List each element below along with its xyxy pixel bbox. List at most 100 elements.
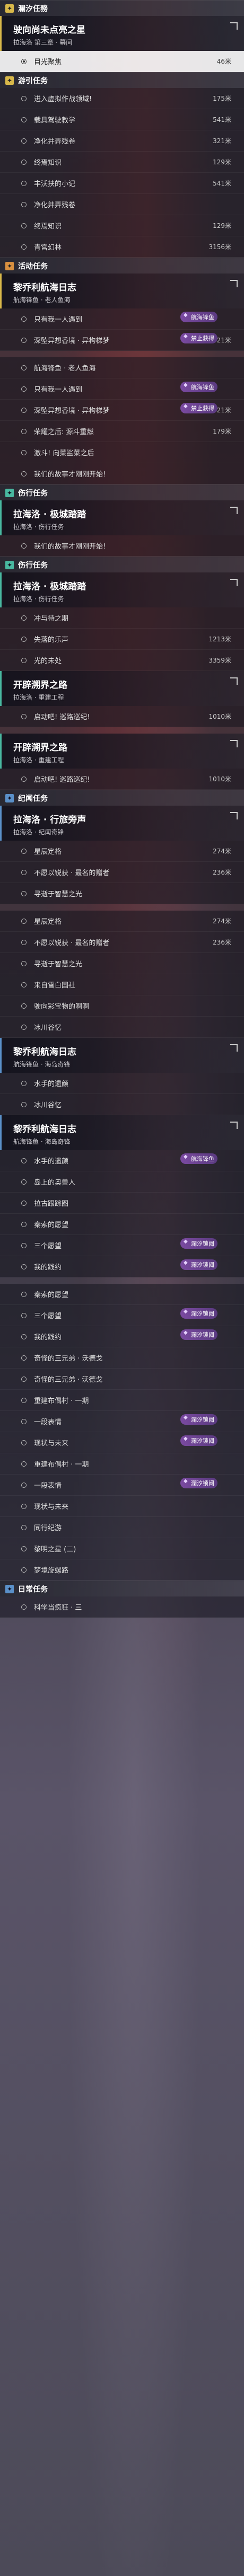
quest-card[interactable]: 黎乔利航海日志 航海锋鱼 · 老人鱼海 [0,274,244,308]
section-header[interactable]: ✦ 纪闻任务 [0,790,244,806]
quest-list[interactable]: ✦ 瀾汐任務 驶向尚未点亮之星 拉海洛 第三章 · 幕间 目光聚焦 46米 ✦ 游引任务 进入虚… [0,0,244,1618]
pin-icon: ✦ [5,560,14,569]
quest-step-item[interactable]: 载具驾驶教学 541米 [0,109,244,130]
quest-subtitle: 航海锋鱼 · 老人鱼海 [13,296,71,304]
section-header[interactable]: ✦ 活动任务 [0,258,244,274]
quest-step-item[interactable]: 三个愿望瀾汐锁阈 [0,1305,244,1326]
quest-step-item[interactable]: 深坠异想香境 · 异构梯梦321米禁止获得 [0,330,244,351]
section-header[interactable]: ✦ 游引任务 [0,72,244,88]
quest-step-item[interactable]: 丰沃扶的小记 541米 [0,173,244,194]
quest-step-item[interactable]: 只有我一人遇到航海锋鱼 [0,308,244,330]
quest-step-item[interactable]: 秦索的愿望 [0,1284,244,1305]
quest-card[interactable]: 开辟溯界之路 拉海洛 · 重建工程 [0,671,244,706]
quest-step-item[interactable]: 水手的遗颜航海锋鱼 [0,1150,244,1171]
quest-step-item[interactable]: 青宫幻林 3156米 [0,236,244,258]
step-label: 星辰定格 [34,918,62,926]
step-distance: 1213米 [208,636,231,643]
quest-step-item[interactable]: 梦境旋螺路 [0,1559,244,1581]
quest-step-item[interactable]: 冰川谷忆 [0,1017,244,1038]
quest-step-item[interactable]: 重建布偶村 · 一期 [0,1453,244,1475]
quest-subtitle: 拉海洛 · 重建工程 [13,694,64,701]
quest-step-item[interactable]: 寻逝于智慧之光 [0,883,244,904]
quest-step-item[interactable]: 深坠异想香境 · 异构梯梦321米禁止获得 [0,400,244,421]
quest-subtitle: 拉海洛 · 伤行任务 [13,595,64,603]
quest-step-item[interactable]: 奇怪的三兄弟 · 沃德戈 [0,1347,244,1369]
step-label: 奇怪的三兄弟 · 沃德戈 [34,1355,103,1363]
quest-card[interactable]: 黎乔利航海日志 航海锋鱼 · 海岛奇锋 [0,1115,244,1150]
quest-step-item[interactable]: 星辰定格 274米 [0,841,244,862]
quest-step-item[interactable]: 启动吧! 巡路巡纪! 1010米 [0,769,244,790]
quest-step-item[interactable]: 寻逝于智慧之光 [0,953,244,974]
quest-step-item[interactable]: 科学当疯狂 · 三 [0,1596,244,1618]
quest-step-item[interactable]: 一段表情瀾汐锁阈 [0,1411,244,1432]
quest-step-item[interactable]: 驶向彩宝物的啊啊 [0,995,244,1017]
collapse-corner-icon[interactable] [230,507,238,514]
quest-step-item[interactable]: 冲与待之期 [0,607,244,629]
quest-step-item[interactable]: 我的践约瀾汐锁阈 [0,1326,244,1347]
quest-card[interactable]: 拉海洛 · 极城踏踏 拉海洛 · 伤行任务 [0,572,244,607]
quest-card[interactable]: 黎乔利航海日志 航海锋鱼 · 海岛奇锋 [0,1038,244,1073]
section-header[interactable]: ✦ 日常任务 [0,1581,244,1596]
quest-step-item[interactable]: 光的未处 3359米 [0,650,244,671]
quest-step-item[interactable]: 终焉知识 129米 [0,152,244,173]
status-badge: 瀾汐锁阈 [180,1414,217,1425]
quest-step-item[interactable]: 水手的遗颜 [0,1073,244,1094]
quest-step-item[interactable]: 来自雪白国社 [0,974,244,995]
quest-step-item[interactable]: 冰川谷忆 [0,1094,244,1115]
quest-step-item[interactable]: 奇怪的三兄弟 · 沃德戈 [0,1369,244,1390]
radio-circle-icon [21,543,27,549]
quest-step-item[interactable]: 我的践约瀾汐锁阈 [0,1256,244,1277]
quest-step-item[interactable]: 现状与未来 [0,1496,244,1517]
quest-card[interactable]: 拉海洛 · 行旅旁声 拉海洛 · 纪闻奇锋 [0,806,244,841]
radio-circle-icon [21,159,27,165]
collapse-corner-icon[interactable] [230,22,238,30]
quest-card[interactable]: 驶向尚未点亮之星 拉海洛 第三章 · 幕间 [0,16,244,51]
section-header[interactable]: ✦ 伤行任务 [0,557,244,572]
collapse-corner-icon[interactable] [230,1044,238,1052]
section-header[interactable]: ✦ 瀾汐任務 [0,0,244,16]
quest-step-item[interactable]: 启动吧! 巡路巡纪! 1010米 [0,706,244,727]
quest-step-item[interactable]: 终焉知识 129米 [0,215,244,236]
quest-step-item[interactable]: 现状与未来瀾汐锁阈 [0,1432,244,1453]
quest-step-item[interactable]: 激斗! 向菜鲨菜之后 [0,442,244,463]
collapse-corner-icon[interactable] [230,677,238,685]
quest-step-item[interactable]: 一段表情瀾汐锁阈 [0,1475,244,1496]
quest-step-item[interactable]: 进入虚拟作战领域! 175米 [0,88,244,109]
radio-circle-icon [21,1376,27,1382]
radio-circle-icon [21,316,27,322]
collapse-corner-icon[interactable] [230,1122,238,1129]
section-header[interactable]: ✦ 伤行任务 [0,484,244,500]
radio-circle-icon [21,776,27,782]
collapse-corner-icon[interactable] [230,280,238,287]
quest-step-item[interactable]: 只有我一人遇到航海锋鱼 [0,378,244,400]
step-label: 净化并弄残卷 [34,201,76,209]
quest-step-item[interactable]: 岛上的奥兽人 [0,1171,244,1193]
map-icon: ✦ [5,76,14,85]
quest-step-item[interactable]: 失落的乐声 1213米 [0,629,244,650]
quest-step-item[interactable]: 不愿以锐获 · 最名的赠者 236米 [0,932,244,953]
quest-step-item[interactable]: 荣耀之后: 源斗重燃 179米 [0,421,244,442]
quest-step-item[interactable]: 星辰定格 274米 [0,911,244,932]
quest-step-item[interactable]: 重建布偶村 · 一期 [0,1390,244,1411]
collapse-corner-icon[interactable] [230,812,238,819]
collapse-corner-icon[interactable] [230,740,238,747]
quest-card[interactable]: 开辟溯界之路 拉海洛 · 重建工程 [0,734,244,769]
quest-step-item[interactable]: 不愿以锐获 · 最名的赠者 236米 [0,862,244,883]
quest-step-item[interactable]: 净化并弄残卷 [0,194,244,215]
quest-step-item[interactable]: 航海锋鱼 · 老人鱼海 [0,357,244,378]
quest-step-item[interactable]: 三个愿望瀾汐锁阈 [0,1235,244,1256]
collapse-corner-icon[interactable] [230,579,238,586]
step-label: 秦索的愿望 [34,1291,69,1299]
quest-step-item[interactable]: 我们的故事才刚刚开始! [0,535,244,557]
quest-step-item[interactable]: 我们的故事才刚刚开始! [0,463,244,484]
quest-step-item[interactable]: 同行纪游 [0,1517,244,1538]
quest-step-item[interactable]: 黎明之星 (二) [0,1538,244,1559]
quest-step-item[interactable]: 净化并弄残卷 321米 [0,130,244,152]
radio-circle-icon [21,1080,27,1086]
quest-step-item[interactable]: 目光聚焦 46米 [0,51,244,72]
quest-step-item[interactable]: 拉古跟踪图 [0,1193,244,1214]
quest-card[interactable]: 拉海洛 · 极城踏踏 拉海洛 · 伤行任务 [0,500,244,535]
quest-step-item[interactable]: 秦索的愿望 [0,1214,244,1235]
step-label: 现状与未来 [34,1503,69,1511]
step-distance: 274米 [213,918,231,925]
